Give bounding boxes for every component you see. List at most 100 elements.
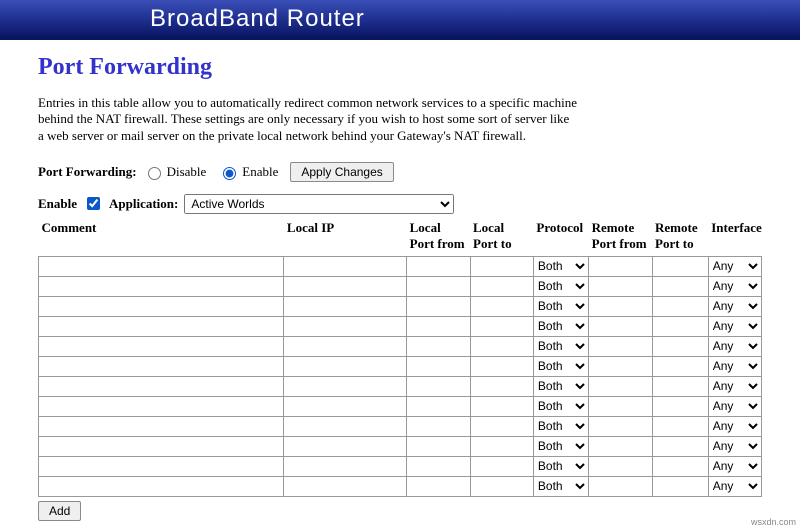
protocol-select[interactable]: Both bbox=[534, 478, 588, 494]
protocol-select[interactable]: Both bbox=[534, 318, 588, 334]
interface-select[interactable]: Any bbox=[709, 418, 761, 434]
local-ip-input[interactable] bbox=[284, 417, 406, 436]
remote-port-to-input[interactable] bbox=[653, 477, 708, 496]
add-button[interactable]: Add bbox=[38, 501, 81, 521]
comment-input[interactable] bbox=[39, 377, 283, 396]
protocol-select[interactable]: Both bbox=[534, 298, 588, 314]
remote-port-from-input[interactable] bbox=[589, 297, 651, 316]
remote-port-from-input[interactable] bbox=[589, 477, 651, 496]
local-port-from-input[interactable] bbox=[407, 357, 469, 376]
comment-input[interactable] bbox=[39, 337, 283, 356]
local-port-to-input[interactable] bbox=[471, 397, 533, 416]
apply-changes-button[interactable]: Apply Changes bbox=[290, 162, 393, 182]
pf-enable-option[interactable]: Enable bbox=[218, 164, 278, 180]
local-port-to-input[interactable] bbox=[471, 337, 533, 356]
remote-port-to-input[interactable] bbox=[653, 317, 708, 336]
local-ip-input[interactable] bbox=[284, 257, 406, 276]
comment-input[interactable] bbox=[39, 317, 283, 336]
remote-port-to-input[interactable] bbox=[653, 377, 708, 396]
interface-select[interactable]: Any bbox=[709, 458, 761, 474]
local-port-to-input[interactable] bbox=[471, 297, 533, 316]
remote-port-from-input[interactable] bbox=[589, 377, 651, 396]
interface-select[interactable]: Any bbox=[709, 298, 761, 314]
remote-port-to-input[interactable] bbox=[653, 457, 708, 476]
application-select[interactable]: Active Worlds bbox=[184, 194, 454, 214]
local-ip-input[interactable] bbox=[284, 437, 406, 456]
protocol-select[interactable]: Both bbox=[534, 398, 588, 414]
local-ip-input[interactable] bbox=[284, 317, 406, 336]
protocol-select[interactable]: Both bbox=[534, 358, 588, 374]
local-ip-input[interactable] bbox=[284, 397, 406, 416]
interface-select[interactable]: Any bbox=[709, 478, 761, 494]
protocol-select[interactable]: Both bbox=[534, 458, 588, 474]
comment-input[interactable] bbox=[39, 357, 283, 376]
comment-input[interactable] bbox=[39, 397, 283, 416]
comment-input[interactable] bbox=[39, 457, 283, 476]
local-port-from-input[interactable] bbox=[407, 277, 469, 296]
interface-select[interactable]: Any bbox=[709, 258, 761, 274]
remote-port-from-input[interactable] bbox=[589, 397, 651, 416]
remote-port-from-input[interactable] bbox=[589, 257, 651, 276]
local-ip-input[interactable] bbox=[284, 457, 406, 476]
local-port-from-input[interactable] bbox=[407, 377, 469, 396]
protocol-select[interactable]: Both bbox=[534, 418, 588, 434]
local-port-to-input[interactable] bbox=[471, 437, 533, 456]
local-port-to-input[interactable] bbox=[471, 417, 533, 436]
interface-select[interactable]: Any bbox=[709, 438, 761, 454]
local-port-from-input[interactable] bbox=[407, 257, 469, 276]
local-port-from-input[interactable] bbox=[407, 477, 469, 496]
local-ip-input[interactable] bbox=[284, 337, 406, 356]
local-ip-input[interactable] bbox=[284, 357, 406, 376]
protocol-select[interactable]: Both bbox=[534, 278, 588, 294]
comment-input[interactable] bbox=[39, 437, 283, 456]
local-ip-input[interactable] bbox=[284, 377, 406, 396]
pf-disable-option[interactable]: Disable bbox=[143, 164, 207, 180]
comment-input[interactable] bbox=[39, 257, 283, 276]
comment-input[interactable] bbox=[39, 417, 283, 436]
comment-input[interactable] bbox=[39, 477, 283, 496]
local-port-from-input[interactable] bbox=[407, 297, 469, 316]
remote-port-to-input[interactable] bbox=[653, 277, 708, 296]
protocol-select[interactable]: Both bbox=[534, 378, 588, 394]
interface-select[interactable]: Any bbox=[709, 338, 761, 354]
remote-port-from-input[interactable] bbox=[589, 417, 651, 436]
local-port-to-input[interactable] bbox=[471, 457, 533, 476]
comment-input[interactable] bbox=[39, 277, 283, 296]
local-port-to-input[interactable] bbox=[471, 477, 533, 496]
interface-select[interactable]: Any bbox=[709, 318, 761, 334]
remote-port-from-input[interactable] bbox=[589, 437, 651, 456]
protocol-select[interactable]: Both bbox=[534, 338, 588, 354]
remote-port-to-input[interactable] bbox=[653, 257, 708, 276]
interface-select[interactable]: Any bbox=[709, 278, 761, 294]
local-port-from-input[interactable] bbox=[407, 317, 469, 336]
local-port-to-input[interactable] bbox=[471, 377, 533, 396]
enable-checkbox[interactable] bbox=[87, 197, 100, 210]
local-port-to-input[interactable] bbox=[471, 257, 533, 276]
pf-disable-radio[interactable] bbox=[148, 167, 161, 180]
local-port-from-input[interactable] bbox=[407, 457, 469, 476]
remote-port-to-input[interactable] bbox=[653, 437, 708, 456]
local-ip-input[interactable] bbox=[284, 477, 406, 496]
comment-input[interactable] bbox=[39, 297, 283, 316]
protocol-select[interactable]: Both bbox=[534, 438, 588, 454]
pf-enable-radio[interactable] bbox=[223, 167, 236, 180]
local-port-from-input[interactable] bbox=[407, 437, 469, 456]
local-port-from-input[interactable] bbox=[407, 337, 469, 356]
interface-select[interactable]: Any bbox=[709, 378, 761, 394]
local-ip-input[interactable] bbox=[284, 277, 406, 296]
remote-port-from-input[interactable] bbox=[589, 337, 651, 356]
protocol-select[interactable]: Both bbox=[534, 258, 588, 274]
local-port-from-input[interactable] bbox=[407, 397, 469, 416]
interface-select[interactable]: Any bbox=[709, 398, 761, 414]
remote-port-to-input[interactable] bbox=[653, 297, 708, 316]
local-port-from-input[interactable] bbox=[407, 417, 469, 436]
local-port-to-input[interactable] bbox=[471, 357, 533, 376]
remote-port-to-input[interactable] bbox=[653, 337, 708, 356]
remote-port-from-input[interactable] bbox=[589, 457, 651, 476]
local-port-to-input[interactable] bbox=[471, 317, 533, 336]
interface-select[interactable]: Any bbox=[709, 358, 761, 374]
remote-port-to-input[interactable] bbox=[653, 417, 708, 436]
local-ip-input[interactable] bbox=[284, 297, 406, 316]
remote-port-to-input[interactable] bbox=[653, 357, 708, 376]
remote-port-to-input[interactable] bbox=[653, 397, 708, 416]
